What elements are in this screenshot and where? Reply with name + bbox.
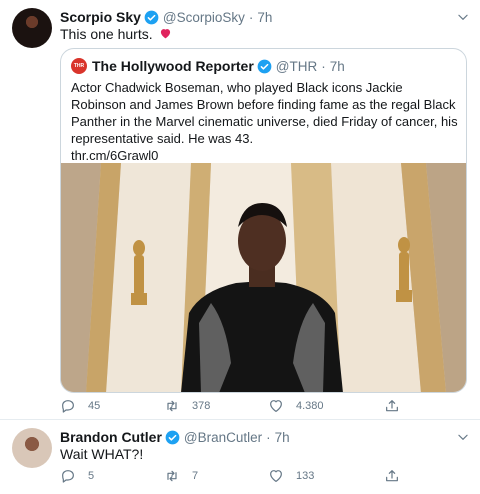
chevron-down-icon[interactable] <box>456 10 470 24</box>
retweet-button[interactable]: 378 <box>164 398 210 414</box>
tweet-header: Scorpio Sky @ScorpioSky · 7h <box>60 8 470 26</box>
separator: · <box>248 9 254 25</box>
separator: · <box>321 58 326 74</box>
chevron-down-icon[interactable] <box>456 430 470 444</box>
like-count: 4.380 <box>296 400 324 412</box>
tweet-text: Wait WHAT?! <box>60 446 144 462</box>
tweet-header: Brandon Cutler @BranCutler · 7h <box>60 428 470 446</box>
share-button[interactable] <box>384 468 412 484</box>
quoted-tweet-photo[interactable] <box>61 163 466 392</box>
retweet-count: 7 <box>192 470 199 482</box>
retweet-icon <box>167 470 177 482</box>
like-icon <box>270 400 282 412</box>
tweet-text: This one hurts. <box>60 26 172 42</box>
avatar[interactable] <box>12 8 52 48</box>
verified-badge-icon <box>144 10 159 24</box>
like-button[interactable]: 133 <box>268 468 314 484</box>
retweet-icon <box>167 400 177 412</box>
quoted-author-name[interactable]: The Hollywood Reporter <box>92 58 254 74</box>
reply-button[interactable]: 45 <box>60 398 100 414</box>
verified-badge-icon <box>257 59 272 73</box>
author-handle[interactable]: @ScorpioSky <box>163 10 245 25</box>
quoted-tweet-body: Actor Chadwick Boseman, who played Black… <box>71 80 458 146</box>
quoted-author-handle[interactable]: @THR <box>276 59 317 74</box>
share-icon <box>386 400 398 412</box>
author-name[interactable]: Scorpio Sky <box>60 9 141 25</box>
quoted-tweet-text: Actor Chadwick Boseman, who played Black… <box>71 79 461 164</box>
avatar[interactable] <box>12 428 52 468</box>
tweet-actions: 45 378 4.380 <box>60 398 470 418</box>
separator: · <box>266 429 271 445</box>
quoted-tweet-link[interactable]: thr.cm/6Grawl0 <box>71 147 461 164</box>
retweet-count: 378 <box>192 400 211 412</box>
author-name[interactable]: Brandon Cutler <box>60 429 162 445</box>
broken-heart-icon <box>160 29 170 39</box>
share-button[interactable] <box>384 398 412 414</box>
timestamp[interactable]: 7h <box>257 10 272 25</box>
timestamp[interactable]: 7h <box>275 430 290 445</box>
like-count: 133 <box>296 470 315 482</box>
tweet-actions: 5 7 133 <box>60 468 470 488</box>
like-button[interactable]: 4.380 <box>268 398 324 414</box>
reply-button[interactable]: 5 <box>60 468 94 484</box>
thr-logo: THR <box>71 58 87 74</box>
author-handle[interactable]: @BranCutler <box>184 430 262 445</box>
quoted-timestamp[interactable]: 7h <box>330 59 345 74</box>
quoted-tweet-header: THR The Hollywood Reporter @THR · 7h <box>71 57 345 75</box>
share-icon <box>386 470 398 482</box>
retweet-button[interactable]: 7 <box>164 468 198 484</box>
reply-count: 5 <box>88 470 95 482</box>
photo-illustration <box>61 163 466 392</box>
reply-icon <box>62 470 74 483</box>
reply-count: 45 <box>88 400 101 412</box>
reply-icon <box>62 400 74 413</box>
tweet-text-content: This one hurts. <box>60 26 153 42</box>
quoted-tweet[interactable]: THR The Hollywood Reporter @THR · 7h Act… <box>60 48 467 393</box>
verified-badge-icon <box>165 430 180 444</box>
like-icon <box>270 470 282 482</box>
tweet[interactable]: Scorpio Sky @ScorpioSky · 7h This one hu… <box>0 0 480 420</box>
